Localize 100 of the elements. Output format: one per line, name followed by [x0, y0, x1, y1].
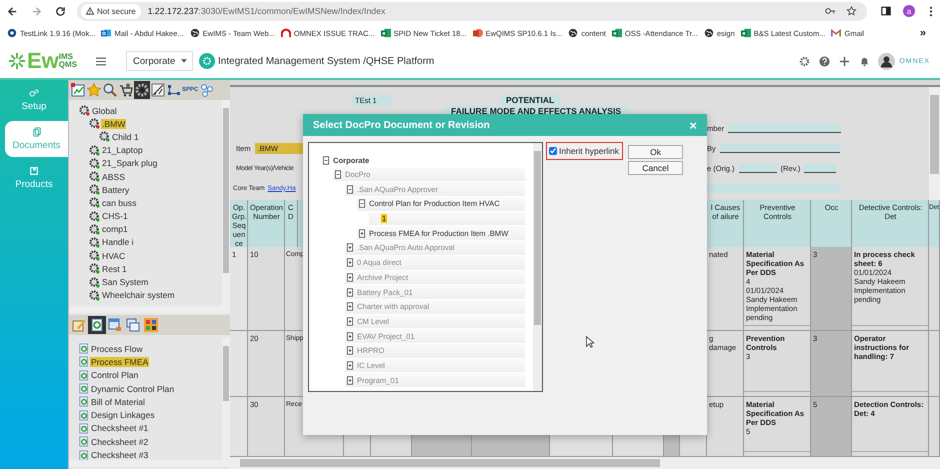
toolbar-button[interactable]	[88, 316, 106, 334]
text-field[interactable]	[720, 144, 840, 152]
form-title: POTENTIAL	[500, 95, 560, 105]
tree-item[interactable]: Rest 1	[101, 264, 128, 274]
arch-icon	[280, 28, 291, 38]
document-type-item[interactable]: Checksheet #2	[90, 436, 150, 447]
star-icon[interactable]	[846, 6, 857, 16]
menu-icon[interactable]	[929, 6, 933, 16]
tree-item[interactable]: San System	[101, 277, 150, 288]
tree-item[interactable]: 21_Spark plug	[101, 158, 158, 168]
inherit-checkbox[interactable]	[549, 147, 557, 155]
badge-icon	[7, 28, 17, 38]
product-icon	[29, 166, 39, 176]
tree-item[interactable]: Global	[91, 106, 118, 116]
collapse-icon[interactable]	[347, 184, 353, 194]
expand-icon[interactable]	[347, 258, 353, 268]
document-type-item[interactable]: Control Plan	[90, 370, 140, 380]
more-bookmarks-button[interactable]: »	[920, 27, 926, 39]
expand-icon[interactable]	[347, 243, 353, 252]
toolbar-button[interactable]	[134, 81, 150, 99]
document-type-item[interactable]: Design Linkages	[90, 410, 156, 420]
collapse-icon[interactable]	[323, 156, 329, 165]
gear-icon	[89, 118, 100, 130]
tree-item[interactable]: ABSS	[101, 172, 126, 182]
toolbar-button[interactable]	[150, 81, 166, 99]
expand-icon[interactable]	[347, 346, 353, 356]
spreadsheet-icon	[612, 28, 622, 38]
help-icon[interactable]	[819, 56, 830, 66]
tree-item[interactable]: Handle i	[101, 237, 135, 248]
expand-icon[interactable]	[347, 316, 353, 326]
document-type-item[interactable]: Process Flow	[90, 344, 144, 354]
toolbar-button[interactable]	[70, 81, 86, 99]
document-type-item[interactable]: Checksheet #3	[90, 450, 150, 460]
user-avatar[interactable]	[878, 52, 896, 70]
date-field[interactable]	[804, 164, 836, 172]
ok-button[interactable]: Ok	[628, 145, 684, 159]
toolbar-button[interactable]	[102, 81, 118, 99]
tree-item[interactable]: can buss	[101, 198, 138, 208]
text-field[interactable]	[707, 184, 840, 192]
reload-icon[interactable]	[55, 6, 66, 16]
expand-icon[interactable]	[359, 228, 365, 238]
expand-icon[interactable]	[347, 332, 353, 341]
expand-icon[interactable]	[347, 360, 353, 370]
expand-icon[interactable]	[347, 376, 353, 385]
document-type-item[interactable]: Checksheet #1	[90, 423, 150, 434]
horizontal-scrollbar[interactable]	[230, 457, 940, 469]
expand-icon[interactable]	[347, 272, 353, 282]
tree-item[interactable]: Wheelchair system	[101, 290, 176, 300]
document-type-item[interactable]: Dynamic Control Plan	[90, 384, 176, 394]
collapse-icon[interactable]	[335, 170, 341, 180]
tree-item[interactable]: Child 1	[111, 132, 140, 142]
collapse-icon[interactable]	[359, 199, 365, 208]
add-icon[interactable]	[839, 56, 850, 66]
back-icon[interactable]	[7, 6, 18, 16]
dialog-title: Select DocPro Document or Revision	[313, 120, 490, 130]
tree-item[interactable]: 21_Laptop	[101, 145, 144, 156]
document-icon	[79, 343, 89, 354]
document-icon	[79, 422, 89, 434]
tree-item[interactable]: Battery	[101, 184, 130, 195]
date-field[interactable]	[738, 164, 777, 172]
menu-icon[interactable]	[96, 56, 106, 66]
cart-icon	[119, 83, 133, 97]
expand-icon[interactable]	[347, 302, 353, 312]
toolbar-button[interactable]	[118, 81, 134, 99]
star-icon	[87, 83, 101, 97]
gear-icon	[89, 290, 100, 301]
horizontal-scrollbar[interactable]	[69, 306, 230, 313]
url-text[interactable]: 1.22.172.237:3030/EwIMS1/common/EwIMSNew/Index/Index	[148, 6, 386, 16]
tree-item[interactable]: CHS-1	[101, 211, 129, 222]
address-bar[interactable]: Not secure 1.22.172.237:3030/EwIMS1/common/EwIMSNew/Index/Index	[77, 2, 867, 20]
document-icon	[79, 383, 89, 394]
vertical-scrollbar[interactable]	[533, 143, 542, 391]
security-chip[interactable]: Not secure	[81, 4, 141, 18]
text-field[interactable]	[728, 124, 842, 132]
document-type-item[interactable]: Bill of Material	[90, 396, 146, 407]
toolbar-button[interactable]	[142, 316, 160, 334]
document-type-item[interactable]: Process FMEA	[90, 356, 150, 367]
sidebar-icon[interactable]	[881, 6, 891, 16]
site-dropdown[interactable]: Corporate	[126, 51, 194, 71]
settings-icon[interactable]	[799, 56, 810, 66]
vertical-scrollbar[interactable]	[222, 338, 230, 460]
vertical-scrollbar[interactable]	[222, 100, 230, 306]
ruler-icon	[151, 83, 165, 97]
window-icon	[108, 318, 122, 332]
tree-item[interactable]: .BMW	[101, 118, 126, 129]
vertical-scrollbar[interactable]	[929, 87, 940, 200]
tree-item[interactable]: comp1	[101, 224, 129, 234]
gear-icon	[89, 158, 100, 169]
tree-item[interactable]: HVAC	[101, 250, 126, 261]
spreadsheet-icon	[380, 28, 391, 38]
spreadsheet-icon	[740, 28, 751, 38]
warning-icon	[86, 7, 94, 15]
key-icon[interactable]	[825, 6, 836, 16]
document-icon	[79, 436, 89, 448]
document-icon	[79, 356, 89, 368]
horizontal-scrollbar[interactable]	[69, 460, 230, 467]
cancel-button[interactable]: Cancel	[628, 161, 684, 175]
expand-icon[interactable]	[347, 288, 353, 297]
profile-avatar[interactable]: a	[903, 5, 915, 17]
notification-icon[interactable]	[859, 56, 870, 66]
